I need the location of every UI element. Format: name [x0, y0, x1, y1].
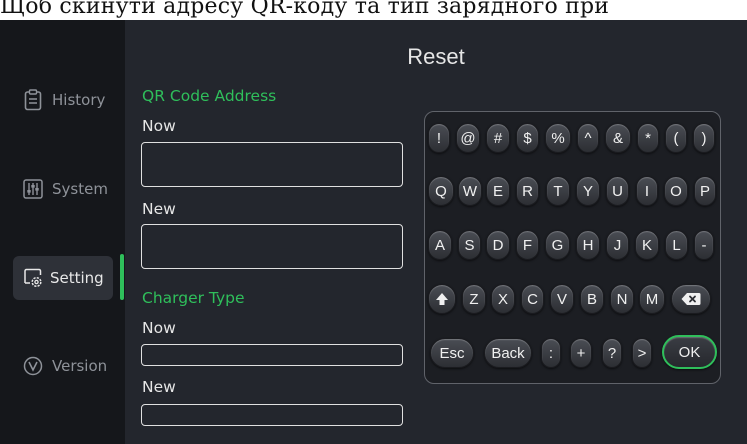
page-caption: Щоб скинути адресу QR-коду та тип зарядн… — [0, 0, 610, 19]
sidebar-item-system[interactable]: System — [0, 167, 125, 211]
sidebar-item-label: Version — [52, 357, 108, 375]
esc-key[interactable]: Esc — [430, 338, 474, 368]
charger-now-field[interactable] — [141, 344, 403, 366]
sidebar-item-setting[interactable]: Setting — [13, 256, 113, 300]
key-g[interactable]: G — [545, 230, 570, 260]
key-m[interactable]: M — [639, 284, 665, 314]
version-v-icon — [22, 355, 44, 377]
key-c[interactable]: C — [521, 284, 544, 314]
key-p[interactable]: P — [694, 176, 716, 206]
key-hash[interactable]: # — [486, 123, 510, 153]
on-screen-keyboard: ! @ # $ % ^ & * ( ) Q W E R T Y U I O P … — [424, 111, 721, 384]
back-key[interactable]: Back — [484, 338, 532, 368]
key-plus[interactable]: + — [570, 338, 592, 368]
key-right-paren[interactable]: ) — [693, 123, 715, 153]
qr-code-address-heading: QR Code Address — [142, 87, 277, 105]
sidebar: History System Setting Version — [0, 20, 125, 444]
key-v[interactable]: V — [550, 284, 574, 314]
backspace-key[interactable] — [671, 284, 711, 314]
key-question[interactable]: ? — [602, 338, 622, 368]
sliders-icon — [22, 178, 44, 200]
key-k[interactable]: K — [635, 230, 659, 260]
key-d[interactable]: D — [486, 230, 510, 260]
charger-screen: History System Setting Version Reset QR … — [0, 20, 747, 444]
key-a[interactable]: A — [428, 230, 452, 260]
key-r[interactable]: R — [516, 176, 539, 206]
key-greater-than[interactable]: > — [632, 338, 652, 368]
page-title: Reset — [407, 44, 465, 69]
shift-up-arrow-icon — [435, 292, 449, 306]
shift-key[interactable] — [428, 284, 456, 314]
ok-button[interactable]: OK — [662, 335, 717, 369]
key-w[interactable]: W — [458, 176, 482, 206]
key-z[interactable]: Z — [462, 284, 486, 314]
key-dollar[interactable]: $ — [516, 123, 539, 153]
key-left-paren[interactable]: ( — [665, 123, 687, 153]
key-j[interactable]: J — [606, 230, 629, 260]
key-exclamation[interactable]: ! — [428, 123, 450, 153]
key-l[interactable]: L — [665, 230, 688, 260]
sidebar-item-label: Setting — [50, 269, 104, 287]
key-h[interactable]: H — [576, 230, 600, 260]
key-t[interactable]: T — [546, 176, 570, 206]
qr-now-label: Now — [142, 117, 176, 135]
key-u[interactable]: U — [606, 176, 629, 206]
backspace-icon — [681, 292, 701, 306]
key-b[interactable]: B — [580, 284, 604, 314]
sidebar-item-label: History — [52, 91, 106, 109]
qr-new-label: New — [142, 200, 176, 218]
key-colon[interactable]: : — [541, 338, 561, 368]
key-q[interactable]: Q — [428, 176, 454, 206]
key-i[interactable]: I — [636, 176, 658, 206]
sidebar-item-version[interactable]: Version — [0, 344, 125, 388]
qr-new-field[interactable] — [141, 224, 403, 269]
key-s[interactable]: S — [458, 230, 481, 260]
key-hyphen[interactable]: - — [694, 230, 714, 260]
qr-now-field[interactable] — [141, 142, 403, 187]
key-y[interactable]: Y — [576, 176, 600, 206]
key-o[interactable]: O — [664, 176, 688, 206]
clipboard-icon — [22, 89, 44, 111]
key-x[interactable]: X — [491, 284, 515, 314]
active-indicator — [120, 254, 124, 300]
key-at[interactable]: @ — [456, 123, 480, 153]
key-n[interactable]: N — [610, 284, 634, 314]
charger-type-heading: Charger Type — [142, 289, 245, 307]
sidebar-item-history[interactable]: History — [0, 78, 125, 122]
key-caret[interactable]: ^ — [577, 123, 599, 153]
key-f[interactable]: F — [516, 230, 539, 260]
charger-new-field[interactable] — [141, 404, 403, 426]
key-asterisk[interactable]: * — [637, 123, 659, 153]
key-e[interactable]: E — [486, 176, 510, 206]
charger-now-label: Now — [142, 319, 176, 337]
sidebar-item-label: System — [52, 180, 108, 198]
settings-gear-icon — [22, 267, 44, 289]
key-percent[interactable]: % — [545, 123, 571, 153]
key-ampersand[interactable]: & — [605, 123, 631, 153]
charger-new-label: New — [142, 378, 176, 396]
